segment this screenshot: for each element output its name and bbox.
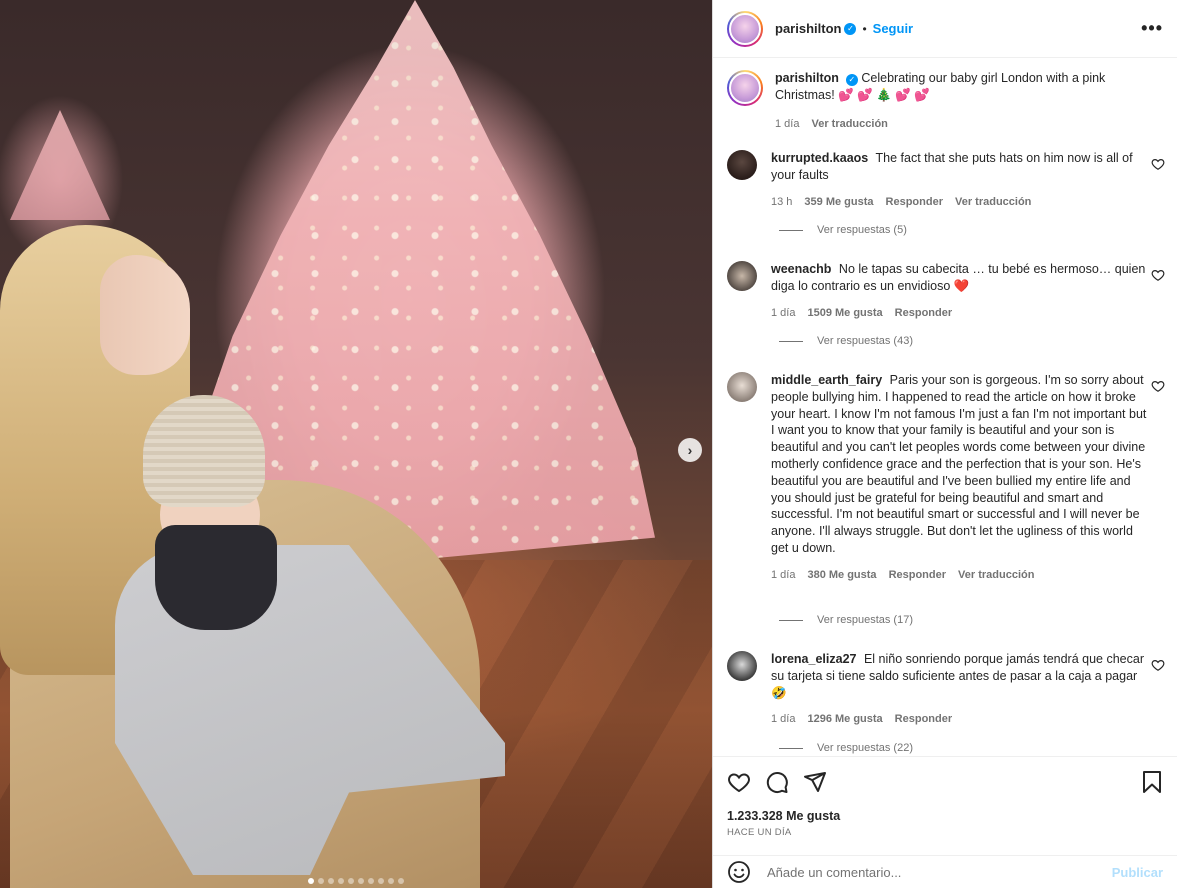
translate-link[interactable]: Ver traducción: [955, 194, 1031, 211]
comment-item: middle_earth_fairy Paris your son is gor…: [713, 372, 1177, 584]
post-actions: 1.233.328 Me gusta HACE UN DÍA: [713, 756, 1177, 840]
publish-button[interactable]: Publicar: [1112, 865, 1163, 880]
author-username[interactable]: parishilton: [775, 21, 841, 36]
comment-item: kurrupted.kaaos The fact that she puts h…: [713, 150, 1177, 210]
author-avatar[interactable]: [727, 10, 763, 47]
post-photo[interactable]: ›: [0, 0, 712, 888]
next-slide-button[interactable]: ›: [678, 438, 702, 462]
reply-button[interactable]: Responder: [889, 567, 946, 584]
commenter-avatar[interactable]: [727, 651, 757, 681]
like-comment-heart-icon[interactable]: [1151, 268, 1165, 282]
comment-likes[interactable]: 1296 Me gusta: [807, 711, 882, 728]
more-options-icon[interactable]: •••: [1141, 18, 1163, 39]
carousel-dot: [388, 878, 394, 884]
photo-baby-hat: [143, 395, 265, 507]
comments-list[interactable]: parishilton ✓ Celebrating our baby girl L…: [713, 58, 1177, 756]
comment-text: Paris your son is gorgeous. I'm so sorry…: [771, 373, 1147, 555]
post-header: parishilton ✓ • Seguir •••: [713, 0, 1177, 58]
like-comment-heart-icon[interactable]: [1151, 658, 1165, 672]
comment-input[interactable]: Añade un comentario...: [767, 865, 901, 880]
comment-bubble-icon[interactable]: [765, 770, 789, 794]
carousel-dot: [308, 878, 314, 884]
view-replies-button[interactable]: Ver respuestas (5): [779, 224, 907, 236]
save-bookmark-icon[interactable]: [1141, 770, 1163, 794]
verified-badge-icon: ✓: [844, 22, 857, 35]
reply-button[interactable]: Responder: [895, 305, 952, 322]
like-comment-heart-icon[interactable]: [1151, 379, 1165, 393]
carousel-dot: [378, 878, 384, 884]
view-replies-button[interactable]: Ver respuestas (17): [779, 614, 913, 626]
comment-item: weenachb No le tapas su cabecita … tu be…: [713, 261, 1177, 321]
commenter-avatar[interactable]: [727, 372, 757, 402]
comment-username[interactable]: weenachb: [771, 262, 831, 276]
caption-translate-link[interactable]: Ver traducción: [811, 116, 887, 133]
instagram-post-modal: › parishilton ✓ • Seguir ••• parishilton…: [0, 0, 1177, 888]
reply-button[interactable]: Responder: [895, 711, 952, 728]
carousel-dot: [338, 878, 344, 884]
reply-button[interactable]: Responder: [886, 194, 943, 211]
commenter-avatar[interactable]: [727, 261, 757, 291]
carousel-dot: [328, 878, 334, 884]
follow-button[interactable]: Seguir: [873, 21, 913, 36]
view-replies-label: Ver respuestas (17): [817, 614, 913, 626]
carousel-dot: [348, 878, 354, 884]
view-replies-button[interactable]: Ver respuestas (43): [779, 335, 913, 347]
share-send-icon[interactable]: [803, 770, 827, 794]
side-panel: parishilton ✓ • Seguir ••• parishilton ✓ …: [712, 0, 1177, 888]
carousel-dot: [368, 878, 374, 884]
comment-time[interactable]: 1 día: [771, 305, 795, 322]
photo-small-tree: [10, 110, 110, 220]
verified-badge-icon: ✓: [845, 74, 858, 86]
comment-username[interactable]: kurrupted.kaaos: [771, 151, 868, 165]
photo-woman-face: [100, 255, 190, 375]
view-replies-label: Ver respuestas (5): [817, 224, 907, 236]
caption-time[interactable]: 1 día: [775, 116, 799, 133]
view-replies-label: Ver respuestas (43): [817, 335, 913, 347]
header-separator: •: [862, 21, 867, 36]
comment-time[interactable]: 1 día: [771, 711, 795, 728]
photo-baby-bib: [155, 525, 277, 630]
view-replies-label: Ver respuestas (22): [817, 742, 913, 754]
post-caption: parishilton ✓ Celebrating our baby girl L…: [713, 70, 1177, 132]
carousel-indicator: [0, 878, 712, 884]
carousel-dot: [318, 878, 324, 884]
comment-time[interactable]: 13 h: [771, 194, 792, 211]
caption-author-avatar[interactable]: [727, 70, 763, 106]
view-replies-button[interactable]: Ver respuestas (22): [779, 742, 913, 754]
comment-likes[interactable]: 1509 Me gusta: [807, 305, 882, 322]
like-comment-heart-icon[interactable]: [1151, 157, 1165, 171]
comment-username[interactable]: middle_earth_fairy: [771, 373, 882, 387]
carousel-dot: [358, 878, 364, 884]
like-count[interactable]: 1.233.328 Me gusta: [727, 809, 1163, 823]
like-heart-icon[interactable]: [727, 770, 751, 794]
comment-username[interactable]: lorena_eliza27: [771, 652, 856, 666]
translate-link[interactable]: Ver traducción: [958, 567, 1034, 584]
emoji-icon[interactable]: [727, 860, 751, 884]
caption-username[interactable]: parishilton: [775, 71, 839, 85]
comment-likes[interactable]: 380 Me gusta: [807, 567, 876, 584]
add-comment-bar: Añade un comentario... Publicar: [713, 855, 1177, 888]
post-date: HACE UN DÍA: [727, 827, 792, 838]
commenter-avatar[interactable]: [727, 150, 757, 180]
comment-time[interactable]: 1 día: [771, 567, 795, 584]
comment-item: lorena_eliza27 El niño sonriendo porque …: [713, 651, 1177, 728]
chevron-right-icon: ›: [687, 442, 693, 458]
comment-likes[interactable]: 359 Me gusta: [804, 194, 873, 211]
carousel-dot: [398, 878, 404, 884]
